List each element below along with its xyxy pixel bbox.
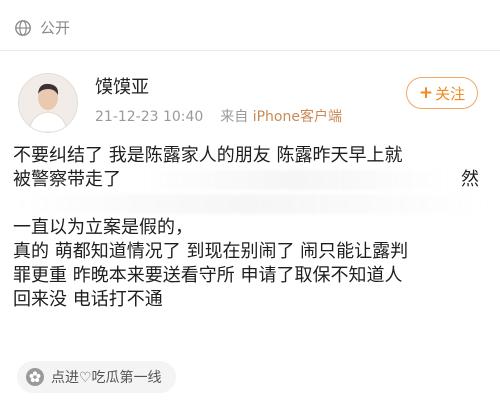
source-prefix: 来自: [220, 109, 249, 125]
redaction-mask: [13, 194, 489, 214]
content-line: 罪更重 昨晚本来要送看守所 申请了取保不知道人: [13, 265, 403, 286]
content-line: 一直以为立案是假的，: [13, 217, 193, 238]
topic-tag-chip[interactable]: 点进♡吃瓜第一线: [17, 361, 176, 393]
flower-icon: [25, 367, 45, 387]
content-line: 不要纠结了 我是陈露家人的朋友 陈露昨天早上就: [13, 145, 403, 166]
content-line: 回来没 电话打不通: [13, 289, 163, 310]
top-bar: 公开: [0, 0, 500, 56]
follow-button[interactable]: + 关注: [406, 77, 478, 109]
redaction-mask: [138, 170, 453, 190]
post-content: 不要纠结了 我是陈露家人的朋友 陈露昨天早上就 被警察带走了 然 一直以为立案是…: [13, 144, 489, 312]
post-meta: 21-12-23 10:40 来自 iPhone客户端: [95, 106, 342, 126]
globe-icon: [14, 19, 32, 37]
topic-tag-label: 点进♡吃瓜第一线: [51, 370, 162, 386]
plus-icon: +: [418, 82, 434, 103]
visibility-label: 公开: [40, 19, 71, 37]
post-card: 馍馍亚 21-12-23 10:40 来自 iPhone客户端 + 关注 不要纠…: [0, 51, 500, 410]
follow-label: 关注: [435, 84, 466, 103]
content-line: 被警察带走了 然: [13, 169, 479, 190]
content-line: 真的 萌都知道情况了 到现在别闹了 闹只能让露判: [13, 241, 409, 262]
visibility-indicator[interactable]: 公开: [14, 17, 70, 38]
avatar[interactable]: [18, 73, 78, 133]
content-line: [13, 192, 489, 216]
post-timestamp: 21-12-23 10:40: [95, 109, 204, 125]
source-client[interactable]: iPhone客户端: [253, 109, 342, 125]
username[interactable]: 馍馍亚: [95, 73, 149, 99]
